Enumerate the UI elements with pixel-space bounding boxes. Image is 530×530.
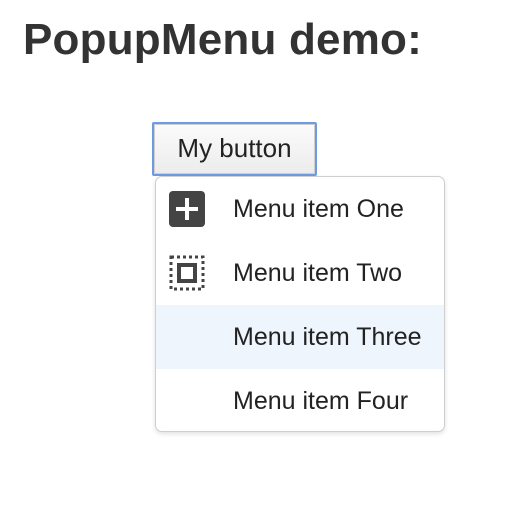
menu-item-label: Menu item Four xyxy=(233,386,409,415)
menu-item-two[interactable]: Menu item Two xyxy=(156,241,444,305)
menu-item-label: Menu item Two xyxy=(233,258,403,287)
menu-item-four[interactable]: Menu item Four xyxy=(156,369,444,431)
my-button[interactable]: My button xyxy=(152,122,317,176)
page-title: PopupMenu demo: xyxy=(23,15,422,64)
plus-square-icon xyxy=(169,191,205,227)
menu-item-label: Menu item One xyxy=(233,194,404,223)
menu-item-label: Menu item Three xyxy=(233,322,422,351)
dotted-square-icon xyxy=(169,255,205,291)
menu-item-one[interactable]: Menu item One xyxy=(156,177,444,241)
popup-menu: Menu item One Menu item Two Menu item Th… xyxy=(155,176,445,432)
menu-item-three[interactable]: Menu item Three xyxy=(156,305,444,369)
